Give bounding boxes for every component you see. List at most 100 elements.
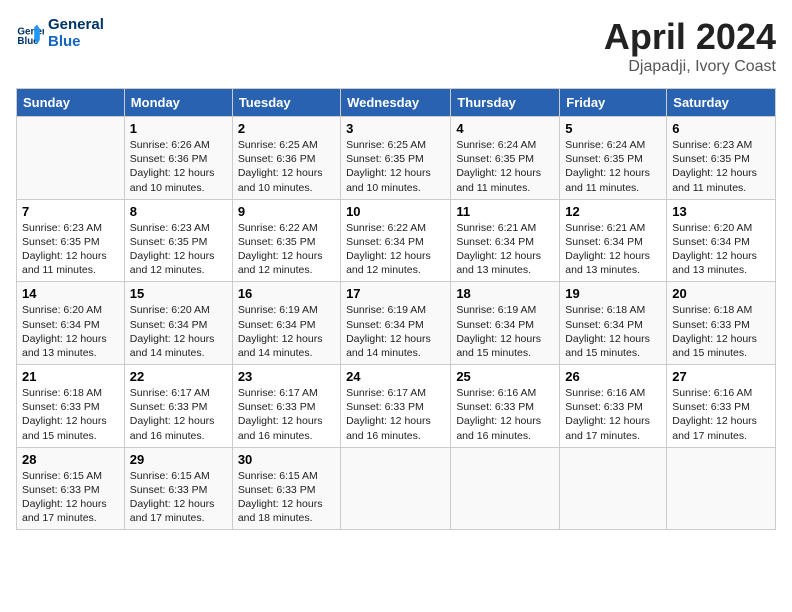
- day-number: 12: [565, 204, 661, 219]
- day-number: 5: [565, 121, 661, 136]
- calendar-cell: 16 Sunrise: 6:19 AM Sunset: 6:34 PM Dayli…: [232, 282, 340, 365]
- day-header-saturday: Saturday: [667, 89, 776, 117]
- logo: General Blue General Blue: [16, 16, 104, 50]
- day-info: Sunrise: 6:17 AM Sunset: 6:33 PM Dayligh…: [130, 386, 227, 443]
- day-info: Sunrise: 6:20 AM Sunset: 6:34 PM Dayligh…: [22, 303, 119, 360]
- day-header-friday: Friday: [560, 89, 667, 117]
- calendar-cell: 1 Sunrise: 6:26 AM Sunset: 6:36 PM Daylig…: [124, 117, 232, 200]
- day-header-tuesday: Tuesday: [232, 89, 340, 117]
- calendar-cell: 3 Sunrise: 6:25 AM Sunset: 6:35 PM Daylig…: [341, 117, 451, 200]
- day-info: Sunrise: 6:19 AM Sunset: 6:34 PM Dayligh…: [346, 303, 445, 360]
- calendar-cell: 4 Sunrise: 6:24 AM Sunset: 6:35 PM Daylig…: [451, 117, 560, 200]
- day-header-monday: Monday: [124, 89, 232, 117]
- day-number: 24: [346, 369, 445, 384]
- calendar-cell: 20Sunrise: 6:18 AM Sunset: 6:33 PM Dayli…: [667, 282, 776, 365]
- calendar-cell: 25 Sunrise: 6:16 AM Sunset: 6:33 PM Dayli…: [451, 365, 560, 448]
- calendar-cell: 7Sunrise: 6:23 AM Sunset: 6:35 PM Daylig…: [17, 199, 125, 282]
- day-number: 4: [456, 121, 554, 136]
- month-title: April 2024: [604, 16, 776, 58]
- day-number: 7: [22, 204, 119, 219]
- calendar-cell: 14 Sunrise: 6:20 AM Sunset: 6:34 PM Dayli…: [17, 282, 125, 365]
- day-info: Sunrise: 6:16 AM Sunset: 6:33 PM Dayligh…: [672, 386, 770, 443]
- day-number: 10: [346, 204, 445, 219]
- day-number: 8: [130, 204, 227, 219]
- day-info: Sunrise: 6:17 AM Sunset: 6:33 PM Dayligh…: [238, 386, 335, 443]
- day-info: Sunrise: 6:26 AM Sunset: 6:36 PM Dayligh…: [130, 138, 227, 195]
- calendar-cell: 21 Sunrise: 6:18 AM Sunset: 6:33 PM Dayli…: [17, 365, 125, 448]
- day-number: 9: [238, 204, 335, 219]
- day-info: Sunrise: 6:25 AM Sunset: 6:35 PM Dayligh…: [346, 138, 445, 195]
- day-info: Sunrise: 6:25 AM Sunset: 6:36 PM Dayligh…: [238, 138, 335, 195]
- calendar-cell: 30Sunrise: 6:15 AM Sunset: 6:33 PM Dayli…: [232, 447, 340, 530]
- day-info: Sunrise: 6:24 AM Sunset: 6:35 PM Dayligh…: [565, 138, 661, 195]
- calendar-cell: [17, 117, 125, 200]
- day-info: Sunrise: 6:23 AM Sunset: 6:35 PM Dayligh…: [130, 221, 227, 278]
- day-info: Sunrise: 6:18 AM Sunset: 6:34 PM Dayligh…: [565, 303, 661, 360]
- calendar-week-5: 28 Sunrise: 6:15 AM Sunset: 6:33 PM Dayli…: [17, 447, 776, 530]
- calendar-cell: 15Sunrise: 6:20 AM Sunset: 6:34 PM Dayli…: [124, 282, 232, 365]
- calendar-cell: 29Sunrise: 6:15 AM Sunset: 6:33 PM Dayli…: [124, 447, 232, 530]
- day-number: 19: [565, 286, 661, 301]
- calendar-cell: 12 Sunrise: 6:21 AM Sunset: 6:34 PM Dayli…: [560, 199, 667, 282]
- calendar-cell: [341, 447, 451, 530]
- calendar-cell: 23Sunrise: 6:17 AM Sunset: 6:33 PM Dayli…: [232, 365, 340, 448]
- day-number: 3: [346, 121, 445, 136]
- calendar-week-2: 7 Sunrise: 6:23 AM Sunset: 6:35 PM Daylig…: [17, 199, 776, 282]
- calendar-cell: 17 Sunrise: 6:19 AM Sunset: 6:34 PM Dayli…: [341, 282, 451, 365]
- day-number: 26: [565, 369, 661, 384]
- day-info: Sunrise: 6:24 AM Sunset: 6:35 PM Dayligh…: [456, 138, 554, 195]
- calendar-week-4: 21 Sunrise: 6:18 AM Sunset: 6:33 PM Dayli…: [17, 365, 776, 448]
- calendar-cell: 19 Sunrise: 6:18 AM Sunset: 6:34 PM Dayli…: [560, 282, 667, 365]
- day-number: 20: [672, 286, 770, 301]
- calendar-cell: 11 Sunrise: 6:21 AM Sunset: 6:34 PM Dayli…: [451, 199, 560, 282]
- day-number: 18: [456, 286, 554, 301]
- calendar-cell: 2 Sunrise: 6:25 AM Sunset: 6:36 PM Daylig…: [232, 117, 340, 200]
- calendar-cell: 28 Sunrise: 6:15 AM Sunset: 6:33 PM Dayli…: [17, 447, 125, 530]
- day-header-wednesday: Wednesday: [341, 89, 451, 117]
- day-info: Sunrise: 6:22 AM Sunset: 6:34 PM Dayligh…: [346, 221, 445, 278]
- day-number: 28: [22, 452, 119, 467]
- calendar-table: SundayMondayTuesdayWednesdayThursdayFrid…: [16, 88, 776, 530]
- day-number: 17: [346, 286, 445, 301]
- day-info: Sunrise: 6:23 AM Sunset: 6:35 PM Dayligh…: [672, 138, 770, 195]
- day-info: Sunrise: 6:16 AM Sunset: 6:33 PM Dayligh…: [456, 386, 554, 443]
- day-number: 1: [130, 121, 227, 136]
- day-number: 16: [238, 286, 335, 301]
- logo-icon: General Blue: [16, 19, 44, 47]
- calendar-cell: 10 Sunrise: 6:22 AM Sunset: 6:34 PM Dayli…: [341, 199, 451, 282]
- logo-blue: Blue: [48, 33, 104, 50]
- day-info: Sunrise: 6:19 AM Sunset: 6:34 PM Dayligh…: [238, 303, 335, 360]
- day-info: Sunrise: 6:15 AM Sunset: 6:33 PM Dayligh…: [22, 469, 119, 526]
- calendar-cell: 13 Sunrise: 6:20 AM Sunset: 6:34 PM Dayli…: [667, 199, 776, 282]
- day-number: 22: [130, 369, 227, 384]
- calendar-week-1: 1 Sunrise: 6:26 AM Sunset: 6:36 PM Daylig…: [17, 117, 776, 200]
- day-info: Sunrise: 6:20 AM Sunset: 6:34 PM Dayligh…: [672, 221, 770, 278]
- header: General Blue General Blue April 2024 Dja…: [16, 16, 776, 76]
- day-info: Sunrise: 6:21 AM Sunset: 6:34 PM Dayligh…: [456, 221, 554, 278]
- day-number: 21: [22, 369, 119, 384]
- day-number: 2: [238, 121, 335, 136]
- calendar-cell: [560, 447, 667, 530]
- logo-general: General: [48, 16, 104, 33]
- day-number: 14: [22, 286, 119, 301]
- calendar-cell: 8 Sunrise: 6:23 AM Sunset: 6:35 PM Daylig…: [124, 199, 232, 282]
- day-number: 25: [456, 369, 554, 384]
- day-info: Sunrise: 6:15 AM Sunset: 6:33 PM Dayligh…: [238, 469, 335, 526]
- day-info: Sunrise: 6:15 AM Sunset: 6:33 PM Dayligh…: [130, 469, 227, 526]
- title-area: April 2024 Djapadji, Ivory Coast: [604, 16, 776, 76]
- location-title: Djapadji, Ivory Coast: [604, 58, 776, 76]
- day-info: Sunrise: 6:21 AM Sunset: 6:34 PM Dayligh…: [565, 221, 661, 278]
- day-number: 6: [672, 121, 770, 136]
- calendar-cell: 22 Sunrise: 6:17 AM Sunset: 6:33 PM Dayli…: [124, 365, 232, 448]
- day-info: Sunrise: 6:18 AM Sunset: 6:33 PM Dayligh…: [22, 386, 119, 443]
- calendar-cell: 18Sunrise: 6:19 AM Sunset: 6:34 PM Dayli…: [451, 282, 560, 365]
- calendar-cell: 5 Sunrise: 6:24 AM Sunset: 6:35 PM Daylig…: [560, 117, 667, 200]
- day-info: Sunrise: 6:22 AM Sunset: 6:35 PM Dayligh…: [238, 221, 335, 278]
- day-number: 15: [130, 286, 227, 301]
- day-number: 13: [672, 204, 770, 219]
- calendar-cell: [667, 447, 776, 530]
- calendar-cell: 24Sunrise: 6:17 AM Sunset: 6:33 PM Dayli…: [341, 365, 451, 448]
- day-number: 11: [456, 204, 554, 219]
- calendar-cell: 26Sunrise: 6:16 AM Sunset: 6:33 PM Dayli…: [560, 365, 667, 448]
- calendar-week-3: 14 Sunrise: 6:20 AM Sunset: 6:34 PM Dayli…: [17, 282, 776, 365]
